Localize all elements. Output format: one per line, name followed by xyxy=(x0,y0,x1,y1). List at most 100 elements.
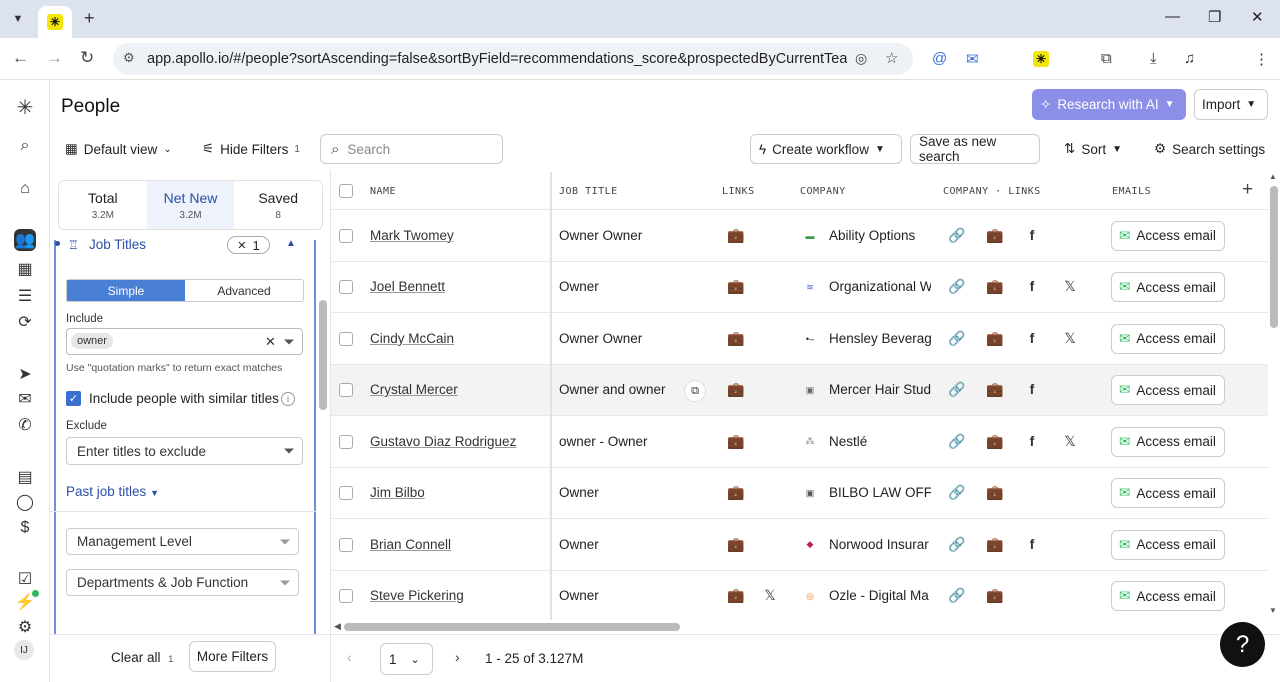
departments-filter[interactable]: Departments & Job Function xyxy=(66,569,299,596)
lists-icon[interactable]: ☰ xyxy=(14,285,36,307)
tab-search-chevron-icon[interactable]: ▼ xyxy=(6,8,30,30)
table-row[interactable]: Gustavo Diaz Rodriguez owner - Owner 💼 ⁂ Nes… xyxy=(331,416,1268,468)
tab-total[interactable]: Total 3.2M xyxy=(59,181,147,229)
vertical-scrollbar[interactable] xyxy=(1268,186,1280,620)
x-twitter-icon[interactable]: 𝕏 xyxy=(1060,330,1080,347)
website-link-icon[interactable]: 🔗 xyxy=(947,278,967,295)
linkedin-briefcase-icon[interactable]: 💼 xyxy=(726,536,746,553)
row-checkbox[interactable] xyxy=(339,589,353,604)
access-email-button[interactable]: ✉ Access email xyxy=(1111,478,1225,509)
company-linkedin-icon[interactable]: 💼 xyxy=(985,536,1005,553)
company-name-link[interactable]: Hensley Beverag xyxy=(829,331,931,346)
job-titles-header[interactable]: Job Titles xyxy=(89,237,146,252)
sort-dropdown[interactable]: ⇅ Sort ▼ xyxy=(1064,134,1122,164)
person-name-link[interactable]: Jim Bilbo xyxy=(370,485,425,500)
search-input[interactable]: ⌕ Search xyxy=(320,134,503,164)
past-job-titles-link[interactable]: Past job titles ▼ xyxy=(66,484,159,499)
linkedin-briefcase-icon[interactable]: 💼 xyxy=(726,278,746,295)
website-link-icon[interactable]: 🔗 xyxy=(947,433,967,450)
email-icon[interactable]: ✉ xyxy=(14,388,36,410)
data-enrichment-icon[interactable]: ⟳ xyxy=(14,311,36,333)
extensions-puzzle-icon[interactable]: ⧉ xyxy=(1101,50,1112,67)
person-name-link[interactable]: Cindy McCain xyxy=(370,331,454,346)
restore-button[interactable]: ❐ xyxy=(1208,8,1221,26)
clear-all-button[interactable]: Clear all 1 xyxy=(111,650,173,665)
person-name-link[interactable]: Brian Connell xyxy=(370,537,451,552)
create-workflow-button[interactable]: ϟ Create workflow ▼ xyxy=(750,134,902,164)
scroll-up-arrow-icon[interactable]: ▲ xyxy=(1269,172,1277,181)
mode-simple-button[interactable]: Simple xyxy=(67,280,185,301)
hide-filters-button[interactable]: ⚟ Hide Filters 1 xyxy=(202,134,300,164)
row-checkbox[interactable] xyxy=(339,331,353,346)
access-email-button[interactable]: ✉ Access email xyxy=(1111,375,1225,406)
col-company[interactable]: COMPANY xyxy=(800,186,846,197)
mode-advanced-button[interactable]: Advanced xyxy=(185,280,303,301)
apollo-extension-icon[interactable]: ✳ xyxy=(1033,50,1049,67)
company-name-link[interactable]: Mercer Hair Stud xyxy=(829,382,931,397)
site-settings-icon[interactable]: ⚙ xyxy=(123,50,135,66)
access-email-button[interactable]: ✉ Access email xyxy=(1111,529,1225,560)
access-email-button[interactable]: ✉ Access email xyxy=(1111,220,1225,251)
companies-icon[interactable]: ▦ xyxy=(14,258,36,280)
forward-arrow-icon[interactable]: → xyxy=(46,48,63,68)
table-row[interactable]: Steve Pickering Owner 💼 𝕏 ◎ Ozle - Digital Ma… xyxy=(331,571,1268,621)
access-email-button[interactable]: ✉ Access email xyxy=(1111,323,1225,354)
conversations-icon[interactable]: ◯ xyxy=(14,491,36,513)
import-button[interactable]: Import ▼ xyxy=(1194,89,1268,120)
copy-icon[interactable]: ⧉ xyxy=(684,380,706,403)
access-email-button[interactable]: ✉ Access email xyxy=(1111,581,1225,612)
col-emails[interactable]: EMAILS xyxy=(1112,186,1151,197)
linkedin-briefcase-icon[interactable]: 💼 xyxy=(726,484,746,501)
add-column-plus-icon[interactable]: + xyxy=(1242,179,1253,201)
company-name-link[interactable]: Nestlé xyxy=(829,434,931,449)
website-link-icon[interactable]: 🔗 xyxy=(947,227,967,244)
company-name-link[interactable]: Ozle - Digital Ma xyxy=(829,588,931,603)
search-settings-button[interactable]: ⚙ Search settings xyxy=(1154,134,1265,164)
browser-tab-apollo[interactable]: ✳ xyxy=(38,6,72,38)
exclude-titles-input[interactable]: Enter titles to exclude xyxy=(66,437,303,465)
similar-titles-checkbox[interactable]: ✓ xyxy=(66,391,81,406)
scroll-down-arrow-icon[interactable]: ▼ xyxy=(1269,606,1277,615)
person-name-link[interactable]: Crystal Mercer xyxy=(370,382,458,397)
facebook-icon[interactable]: f xyxy=(1022,278,1042,294)
linkedin-briefcase-icon[interactable]: 💼 xyxy=(726,587,746,604)
help-button[interactable]: ? xyxy=(1220,622,1265,667)
website-link-icon[interactable]: 🔗 xyxy=(947,381,967,398)
user-avatar[interactable]: IJ xyxy=(14,640,34,660)
include-chip[interactable]: owner xyxy=(71,333,113,349)
tasks-check-icon[interactable]: ☑ xyxy=(14,568,36,590)
person-name-link[interactable]: Steve Pickering xyxy=(370,588,464,603)
row-checkbox[interactable] xyxy=(339,383,353,398)
new-tab-button[interactable]: + xyxy=(84,8,95,29)
company-name-link[interactable]: BILBO LAW OFF xyxy=(829,485,931,500)
row-checkbox[interactable] xyxy=(339,228,353,243)
filter-scrollbar[interactable] xyxy=(318,238,328,628)
scroll-left-arrow-icon[interactable]: ◀ xyxy=(334,621,341,632)
chevron-up-icon[interactable]: ▲ xyxy=(286,238,296,249)
back-arrow-icon[interactable]: ← xyxy=(12,48,29,68)
minimize-button[interactable]: — xyxy=(1165,8,1180,25)
at-sign-extension-icon[interactable]: @ xyxy=(932,50,947,67)
person-name-link[interactable]: Joel Bennett xyxy=(370,279,445,294)
company-linkedin-icon[interactable]: 💼 xyxy=(985,484,1005,501)
facebook-icon[interactable]: f xyxy=(1022,536,1042,552)
browser-menu-icon[interactable]: ⋮ xyxy=(1254,50,1269,68)
col-job-title[interactable]: JOB TITLE xyxy=(559,186,618,197)
company-name-link[interactable]: Ability Options xyxy=(829,228,931,243)
company-linkedin-icon[interactable]: 💼 xyxy=(985,433,1005,450)
row-checkbox[interactable] xyxy=(339,280,353,295)
facebook-icon[interactable]: f xyxy=(1022,330,1042,346)
close-window-button[interactable]: ✕ xyxy=(1251,8,1264,26)
table-row[interactable]: Cindy McCain Owner Owner 💼 •– Hensley Bevera… xyxy=(331,313,1268,365)
facebook-icon[interactable]: f xyxy=(1022,433,1042,449)
omnibox[interactable]: ⚙ app.apollo.io/#/people?sortAscending=f… xyxy=(113,43,913,75)
next-page-icon[interactable]: › xyxy=(455,649,460,665)
home-icon[interactable]: ⌂ xyxy=(14,178,36,200)
sequences-send-icon[interactable]: ➤ xyxy=(14,363,36,385)
linkedin-briefcase-icon[interactable]: 💼 xyxy=(726,227,746,244)
clear-x-icon[interactable]: ✕ xyxy=(265,334,276,350)
row-checkbox[interactable] xyxy=(339,537,353,552)
mail-extension-icon[interactable]: ✉ xyxy=(966,50,979,68)
person-name-link[interactable]: Gustavo Diaz Rodriguez xyxy=(370,434,516,449)
col-company-links[interactable]: COMPANY · LINKS xyxy=(943,186,1041,197)
